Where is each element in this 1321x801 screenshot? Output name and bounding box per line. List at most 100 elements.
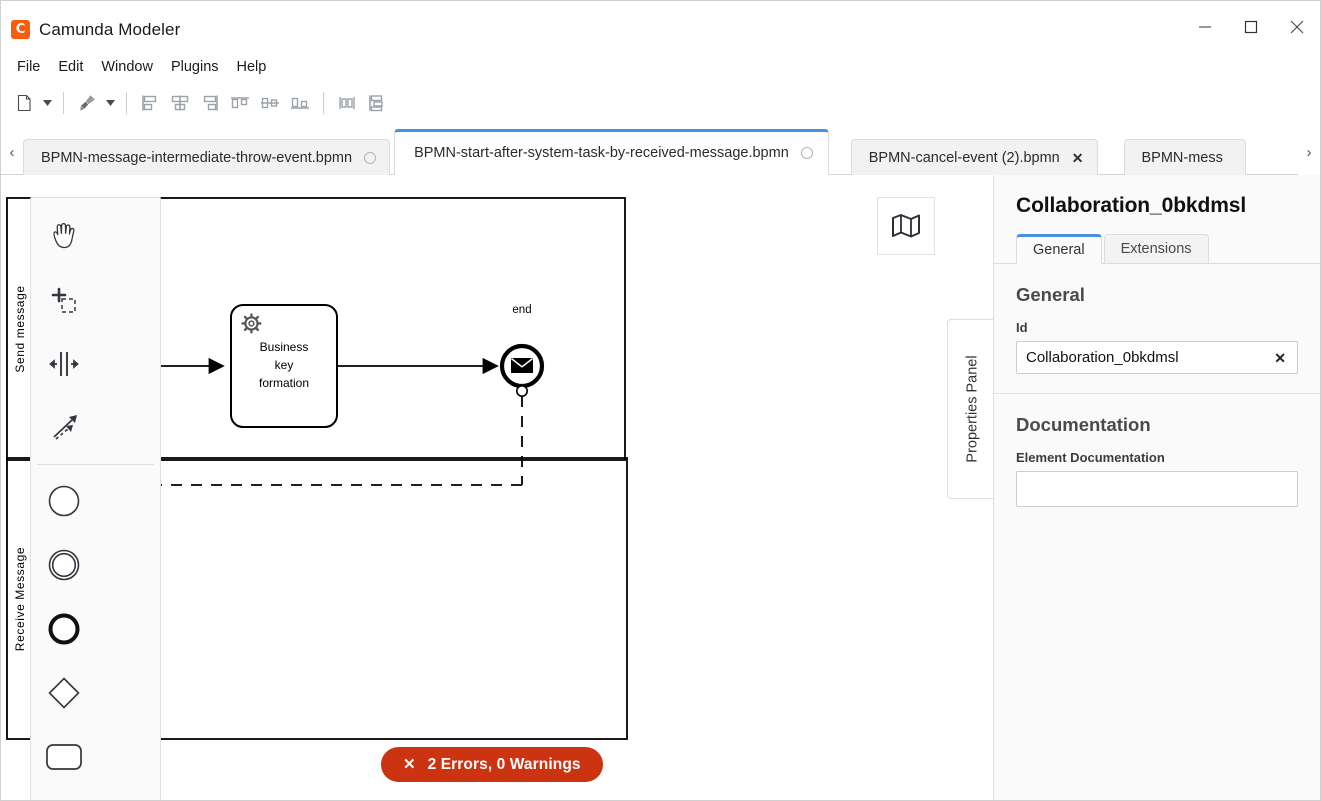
distribute-horizontal-button[interactable] [332, 88, 362, 118]
deploy-button[interactable] [72, 88, 102, 118]
tab-extensions[interactable]: Extensions [1103, 234, 1209, 264]
task-icon [45, 744, 82, 770]
status-badge[interactable]: ✕ 2 Errors, 0 Warnings [381, 747, 603, 782]
gear-icon [241, 313, 262, 334]
palette-hand-tool[interactable] [31, 204, 96, 268]
maximize-icon [1244, 20, 1258, 34]
minimize-button[interactable] [1182, 1, 1228, 53]
palette-separator [37, 464, 154, 465]
deploy-brush-icon [80, 94, 95, 111]
distribute-vertical-button[interactable] [362, 88, 392, 118]
bpmn-canvas[interactable]: Send message Start [1, 175, 993, 800]
tabs-strip: BPMN-message-intermediate-throw-event.bp… [23, 129, 1320, 175]
status-close-icon[interactable]: ✕ [403, 757, 416, 772]
menu-item-help[interactable]: Help [228, 56, 276, 78]
tab-bpmn-message-intermediate-throw-event[interactable]: BPMN-message-intermediate-throw-event.bp… [23, 139, 391, 175]
align-middle-icon [261, 97, 279, 108]
new-file-dropdown-button[interactable] [39, 88, 55, 118]
tab-close-icon[interactable]: ✕ [1072, 151, 1084, 165]
documentation-section: Documentation Element Documentation [994, 414, 1320, 512]
tab-label: BPMN-message-intermediate-throw-event.bp… [41, 149, 353, 166]
tab-bpmn-mess[interactable]: BPMN-mess [1123, 139, 1246, 175]
chevron-down-icon [42, 99, 52, 106]
align-bottom-button[interactable] [285, 88, 315, 118]
menu-item-plugins[interactable]: Plugins [162, 56, 228, 78]
id-field-label: Id [1016, 320, 1028, 335]
svg-text:Send message: Send message [13, 285, 27, 372]
properties-panel-toggle-label: Properties Panel [964, 355, 981, 463]
minimize-icon [1199, 26, 1211, 28]
align-top-icon [231, 96, 249, 108]
bpmn-palette [30, 197, 161, 800]
svg-text:Business: Business [260, 340, 309, 354]
general-heading: General [1016, 284, 1085, 305]
palette-subprocess-expanded[interactable] [31, 789, 96, 800]
tab-label: BPMN-start-after-system-task-by-received… [414, 145, 789, 161]
menu-item-window[interactable]: Window [92, 56, 162, 78]
camunda-logo-glyph: C [15, 22, 26, 37]
svg-text:Receive Message: Receive Message [13, 547, 27, 651]
tab-general[interactable]: General [1016, 234, 1102, 264]
new-file-icon [17, 94, 31, 111]
distribute-vertical-icon [369, 94, 383, 111]
chevron-down-icon [105, 99, 115, 106]
hand-tool-icon [52, 222, 75, 249]
align-left-icon [142, 95, 157, 110]
tab-unsaved-dot-icon[interactable] [800, 147, 813, 159]
palette-start-event[interactable] [31, 469, 96, 533]
align-left-button[interactable] [135, 88, 165, 118]
start-event-icon [48, 485, 79, 517]
palette-space-tool[interactable] [31, 332, 96, 396]
properties-panel-title: Collaboration_0bkdmsl [1016, 194, 1247, 217]
distribute-horizontal-icon [339, 96, 355, 109]
align-bottom-icon [291, 97, 309, 109]
close-button[interactable] [1274, 1, 1320, 53]
intermediate-event-icon [48, 549, 79, 581]
palette-lasso-tool[interactable] [31, 268, 96, 332]
minimap-toggle-button[interactable] [877, 197, 935, 255]
camunda-logo-icon: C [11, 20, 30, 39]
tab-bpmn-start-after-system-task-by-received-message[interactable]: BPMN-start-after-system-task-by-received… [394, 129, 829, 175]
documentation-heading: Documentation [1016, 414, 1151, 435]
properties-panel-toggle[interactable]: Properties Panel [947, 319, 993, 499]
maximize-button[interactable] [1228, 1, 1274, 53]
tabs-scroll-right-button[interactable]: › [1298, 129, 1320, 175]
align-center-horizontal-icon [171, 95, 189, 110]
properties-panel-tabs: General Extensions [994, 234, 1320, 264]
palette-tools-group [31, 204, 160, 460]
app-title: Camunda Modeler [39, 20, 181, 39]
map-icon [892, 214, 920, 238]
palette-intermediate-event[interactable] [31, 533, 96, 597]
gateway-icon [47, 677, 80, 709]
toolbar-separator [126, 91, 127, 114]
space-tool-icon [48, 352, 79, 376]
menu-bar: File Edit Window Plugins Help [1, 53, 1320, 81]
tab-unsaved-dot-icon[interactable] [364, 151, 377, 164]
align-center-horizontal-button[interactable] [165, 88, 195, 118]
title-bar: C Camunda Modeler [1, 1, 1320, 53]
id-input[interactable] [1016, 341, 1298, 374]
palette-connect-tool[interactable] [31, 396, 96, 460]
align-right-icon [203, 95, 218, 110]
tab-bpmn-cancel-event-2[interactable]: BPMN-cancel-event (2).bpmn ✕ [850, 139, 1098, 175]
element-documentation-input[interactable] [1016, 471, 1298, 507]
align-right-button[interactable] [195, 88, 225, 118]
palette-gateway[interactable] [31, 661, 96, 725]
end-event-icon [48, 613, 79, 645]
palette-task[interactable] [31, 725, 96, 789]
palette-elements-group [31, 469, 160, 800]
tool-bar [1, 81, 1320, 124]
deploy-dropdown-button[interactable] [102, 88, 118, 118]
tab-label: BPMN-cancel-event (2).bpmn [868, 149, 1060, 166]
palette-end-event[interactable] [31, 597, 96, 661]
window-controls [1182, 1, 1320, 53]
align-top-button[interactable] [225, 88, 255, 118]
menu-item-edit[interactable]: Edit [49, 56, 92, 78]
align-middle-button[interactable] [255, 88, 285, 118]
menu-item-file[interactable]: File [8, 56, 49, 78]
main-body: Send message Start [1, 175, 1320, 800]
id-clear-icon[interactable]: ✕ [1272, 349, 1288, 367]
tabs-scroll-left-button[interactable]: ‹ [1, 129, 23, 175]
new-file-button[interactable] [9, 88, 39, 118]
editor-tab-bar: ‹ BPMN-message-intermediate-throw-event.… [1, 129, 1320, 175]
